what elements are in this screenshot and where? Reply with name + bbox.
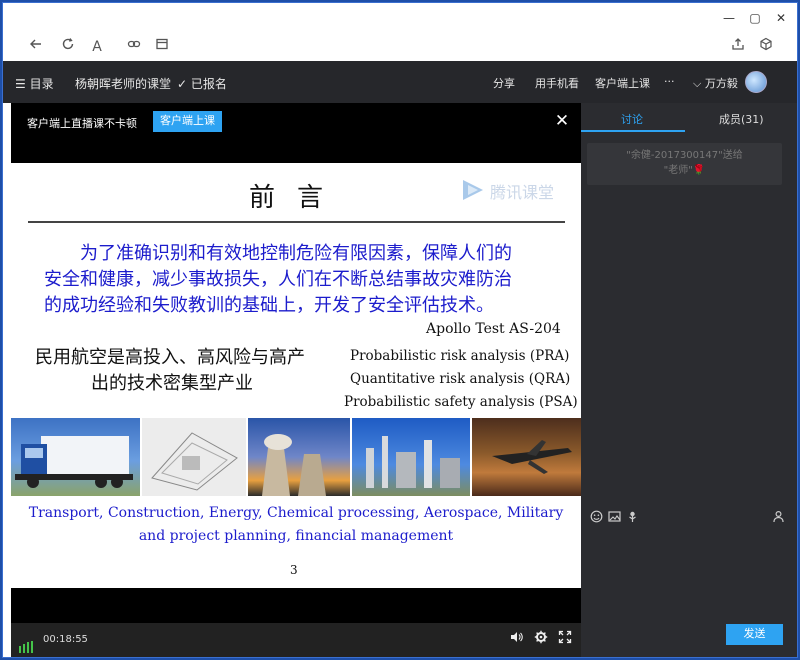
construction-image [142, 418, 246, 496]
avatar[interactable] [745, 71, 767, 93]
course-title: 杨朝晖老师的课堂 [75, 77, 172, 91]
watermark-text: 腾讯课堂 [490, 183, 555, 202]
tab-discussion[interactable]: 讨论 [621, 111, 643, 127]
link-icon[interactable] [123, 36, 145, 58]
maximize-button[interactable]: ▢ [745, 9, 765, 27]
fullscreen-icon[interactable] [556, 630, 574, 648]
client-class-button[interactable]: 客户端上课 [153, 111, 222, 132]
flower-gift-icon[interactable] [625, 510, 639, 524]
client-promo-banner: 客户端上直播课不卡顿 客户端上课 ✕ [11, 103, 581, 141]
slide-title: 前言 [249, 183, 346, 213]
apollo-label: Apollo Test AS-204 [426, 321, 561, 337]
browser-toolbar: A [3, 33, 797, 61]
window-icon[interactable] [151, 36, 173, 58]
user-menu[interactable]: ⌵ 万方毅 [693, 75, 738, 91]
civil-line-1: 民用航空是高投入、高风险与高产 [35, 347, 305, 368]
caption-line-2: and project planning, financial manageme… [138, 528, 454, 544]
risk-qra: Quantitative risk analysis (QRA) [350, 371, 571, 387]
share-icon[interactable] [727, 36, 749, 58]
chemical-plant-image [352, 418, 470, 496]
font-size-icon[interactable]: A [86, 36, 108, 58]
signal-strength-icon [19, 634, 35, 653]
lecture-slide: 前言 腾讯课堂 为了准确识别和有效地控制危险有限因素，保障人们的 安全和健康，减… [11, 163, 581, 588]
active-tab-indicator [581, 130, 685, 132]
banner-text: 客户端上直播课不卡顿 [27, 117, 137, 130]
app-window: — ▢ ✕ A ☰ 目录 杨朝晖老师的课堂 ✓ 已报名 分享 用手机看 客户端上… [2, 2, 798, 658]
video-player[interactable]: 客户端上直播课不卡顿 客户端上课 ✕ 前言 腾讯课堂 为了准确识别和有效地控制危… [11, 103, 581, 657]
page-number: 3 [290, 563, 298, 577]
volume-icon[interactable] [507, 630, 525, 648]
catalog-menu[interactable]: ☰ 目录 [15, 75, 54, 92]
share-link[interactable]: 分享 [493, 75, 515, 91]
close-window-button[interactable]: ✕ [771, 9, 791, 27]
intro-line-1: 为了准确识别和有效地控制危险有限因素，保障人们的 [80, 243, 512, 264]
back-arrow-icon[interactable] [25, 36, 47, 58]
truck-image [11, 418, 140, 496]
civil-line-2: 出的技术密集型产业 [91, 373, 253, 394]
gift-message: "余健-2017300147"送给 "老师"🌹 [587, 143, 782, 185]
tencent-classroom-logo-icon [463, 180, 483, 200]
gift-message-line-2: "老师"🌹 [663, 165, 706, 176]
civil-aviation-text: 民用航空是高投入、高风险与高产 出的技术密集型产业 [35, 345, 335, 397]
send-button[interactable]: 发送 [726, 624, 783, 645]
elapsed-time: 00:18:55 [43, 634, 88, 645]
risk-pra: Probabilistic risk analysis (PRA) [350, 348, 570, 364]
industry-photo-strip [11, 418, 581, 496]
close-icon[interactable]: ✕ [552, 111, 572, 131]
intro-paragraph: 为了准确识别和有效地控制危险有限因素，保障人们的 安全和健康，减少事故损失，人们… [44, 241, 564, 319]
cube-icon[interactable] [755, 36, 777, 58]
minimize-button[interactable]: — [719, 9, 739, 27]
watermark: 腾讯课堂 [460, 177, 570, 203]
intro-line-2: 安全和健康，减少事故损失，人们在不断总结事故灾难防治 [44, 269, 512, 290]
gear-icon[interactable] [532, 630, 550, 648]
intro-line-3: 的成功经验和失败教训的基础上，开发了安全评估技术。 [44, 295, 494, 316]
emoji-icon[interactable] [589, 510, 603, 524]
gift-message-line-1: "余健-2017300147"送给 [626, 150, 743, 161]
aerospace-jet-image [472, 418, 581, 496]
tab-members[interactable]: 成员(31) [719, 111, 764, 127]
power-plant-image [248, 418, 350, 496]
discussion-panel: 讨论 成员(31) "余健-2017300147"送给 "老师"🌹 发送 [581, 103, 797, 657]
mobile-watch-link[interactable]: 用手机看 [535, 75, 579, 91]
player-controls: 00:18:55 [11, 623, 581, 657]
refresh-icon[interactable] [57, 36, 79, 58]
risk-psa: Probabilistic safety analysis (PSA) [344, 394, 578, 410]
enrolled-status: ✓ 已报名 [177, 77, 227, 91]
more-menu[interactable]: ··· [664, 75, 675, 88]
teacher-only-icon[interactable] [771, 510, 785, 524]
caption-line-1: Transport, Construction, Energy, Chemica… [28, 505, 564, 521]
course-navbar: ☰ 目录 杨朝晖老师的课堂 ✓ 已报名 分享 用手机看 客户端上课 ··· ⌵ … [3, 61, 797, 103]
title-bar: — ▢ ✕ [3, 3, 797, 33]
title-divider [28, 221, 565, 223]
image-icon[interactable] [607, 510, 621, 524]
client-class-link[interactable]: 客户端上课 [595, 75, 650, 91]
